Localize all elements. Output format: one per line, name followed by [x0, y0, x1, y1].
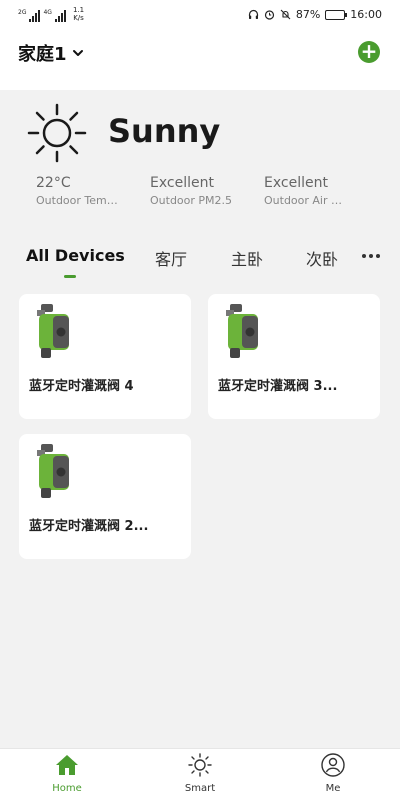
home-name: 家庭1 — [18, 44, 67, 65]
device-card[interactable]: 蓝牙定时灌溉阀 4 — [19, 294, 191, 419]
alarm-icon — [264, 10, 274, 20]
status-left: 2G 4G 1.1 K/s — [18, 6, 84, 22]
mute-icon — [280, 9, 291, 20]
stat-temperature: 22°C Outdoor Temperature — [36, 175, 146, 207]
user-icon — [321, 753, 345, 777]
stat-label: Outdoor Temperature — [36, 194, 122, 207]
battery-icon — [325, 9, 348, 20]
room-tabs: All Devices 客厅 主卧 次卧 — [0, 240, 400, 280]
stat-label: Outdoor Air Quality — [264, 194, 350, 207]
tab-all-devices[interactable]: All Devices — [26, 246, 125, 265]
nav-label: Me — [325, 783, 341, 794]
home-selector[interactable]: 家庭1 — [18, 40, 84, 66]
bottom-nav: Home Smart Me — [0, 748, 400, 800]
sun-icon — [188, 753, 212, 777]
device-name: 蓝牙定时灌溉阀 4 — [29, 379, 134, 394]
network-type-2: 4G — [43, 9, 52, 16]
chevron-down-icon — [72, 50, 83, 56]
device-card[interactable]: 蓝牙定时灌溉阀 2... — [19, 434, 191, 559]
nav-me[interactable]: Me — [298, 753, 368, 794]
battery-percent: 87% — [295, 8, 321, 21]
nav-smart[interactable]: Smart — [165, 753, 235, 794]
plus-circle-icon: + — [360, 39, 378, 63]
status-bar: 2G 4G 1.1 K/s 87% 16:00 — [0, 0, 400, 30]
network-speed: 1.1 K/s — [73, 6, 84, 22]
network-type-1: 2G — [18, 9, 27, 16]
more-dot-icon — [376, 254, 380, 258]
device-card[interactable]: 蓝牙定时灌溉阀 3... — [208, 294, 380, 419]
signal-icon — [29, 10, 41, 22]
device-name: 蓝牙定时灌溉阀 3... — [218, 379, 338, 394]
tab-master-bedroom[interactable]: 主卧 — [231, 246, 263, 270]
stat-air-quality: Excellent Outdoor Air Quality — [264, 175, 374, 207]
device-name: 蓝牙定时灌溉阀 2... — [29, 519, 149, 534]
nav-home[interactable]: Home — [32, 753, 102, 794]
weather-condition: Sunny — [108, 112, 221, 150]
tab-living-room[interactable]: 客厅 — [155, 246, 187, 270]
sun-icon — [27, 103, 87, 163]
more-tabs-button[interactable] — [362, 254, 380, 258]
valve-device-icon — [226, 304, 258, 358]
headset-icon — [248, 9, 258, 19]
valve-device-icon — [37, 444, 69, 498]
valve-device-icon — [37, 304, 69, 358]
stat-value: 22°C — [36, 175, 71, 191]
more-dot-icon — [362, 254, 366, 258]
stat-pm25: Excellent Outdoor PM2.5 — [150, 175, 260, 207]
signal-icon-2 — [54, 10, 66, 22]
status-right: 87% 16:00 — [248, 8, 382, 21]
stat-value: Excellent — [264, 175, 328, 191]
active-tab-indicator — [64, 275, 76, 278]
home-icon — [56, 755, 78, 775]
nav-label: Smart — [184, 783, 216, 794]
stat-value: Excellent — [150, 175, 214, 191]
network-speed-unit: K/s — [73, 14, 84, 22]
more-dot-icon — [369, 254, 373, 258]
add-device-button[interactable]: + — [358, 41, 380, 63]
nav-label: Home — [52, 783, 82, 794]
stat-label: Outdoor PM2.5 — [150, 194, 233, 207]
tab-second-bedroom[interactable]: 次卧 — [306, 246, 338, 270]
clock: 16:00 — [350, 8, 382, 21]
network-speed-value: 1.1 — [72, 6, 85, 14]
